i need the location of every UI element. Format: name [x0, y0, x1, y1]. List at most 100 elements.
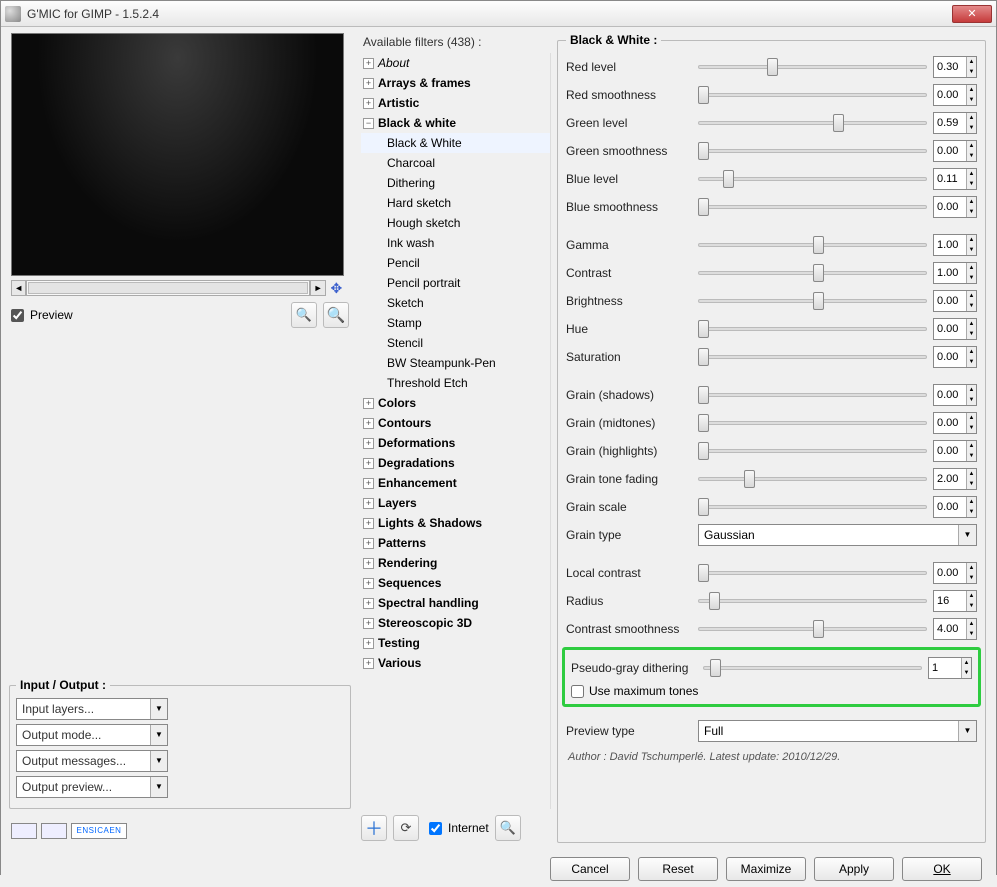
- expand-icon[interactable]: +: [363, 478, 374, 489]
- expand-icon[interactable]: +: [363, 58, 374, 69]
- spin-input[interactable]: [934, 469, 966, 489]
- tree-filter[interactable]: Stamp: [361, 313, 550, 333]
- slider[interactable]: [703, 659, 922, 677]
- spin-input[interactable]: [934, 347, 966, 367]
- spin-input[interactable]: [929, 658, 961, 678]
- spin-input[interactable]: [934, 441, 966, 461]
- spin-down-icon[interactable]: ▼: [967, 179, 976, 189]
- spinbox[interactable]: ▲▼: [933, 440, 977, 462]
- spinbox[interactable]: ▲▼: [933, 318, 977, 340]
- spin-up-icon[interactable]: ▲: [967, 591, 976, 601]
- spin-down-icon[interactable]: ▼: [967, 273, 976, 283]
- spin-down-icon[interactable]: ▼: [967, 301, 976, 311]
- spinbox[interactable]: ▲▼: [928, 657, 972, 679]
- spin-up-icon[interactable]: ▲: [967, 441, 976, 451]
- expand-icon[interactable]: +: [363, 578, 374, 589]
- spin-input[interactable]: [934, 497, 966, 517]
- slider[interactable]: [698, 236, 927, 254]
- max-tones-checkbox[interactable]: [571, 685, 584, 698]
- spin-up-icon[interactable]: ▲: [967, 85, 976, 95]
- io-dropdown[interactable]: Input layers...▼: [16, 698, 168, 720]
- spin-down-icon[interactable]: ▼: [967, 245, 976, 255]
- spin-up-icon[interactable]: ▲: [967, 235, 976, 245]
- preview-checkbox[interactable]: [11, 309, 24, 322]
- tree-category[interactable]: +Sequences: [361, 573, 550, 593]
- slider[interactable]: [698, 620, 927, 638]
- tree-filter[interactable]: Black & White: [361, 133, 550, 153]
- spin-down-icon[interactable]: ▼: [967, 207, 976, 217]
- spin-down-icon[interactable]: ▼: [967, 357, 976, 367]
- spin-up-icon[interactable]: ▲: [967, 385, 976, 395]
- spinbox[interactable]: ▲▼: [933, 196, 977, 218]
- slider[interactable]: [698, 198, 927, 216]
- slider[interactable]: [698, 86, 927, 104]
- slider[interactable]: [698, 592, 927, 610]
- spin-down-icon[interactable]: ▼: [967, 451, 976, 461]
- tree-filter[interactable]: BW Steampunk-Pen: [361, 353, 550, 373]
- spin-input[interactable]: [934, 113, 966, 133]
- spin-down-icon[interactable]: ▼: [967, 395, 976, 405]
- expand-icon[interactable]: +: [363, 558, 374, 569]
- tree-filter[interactable]: Dithering: [361, 173, 550, 193]
- expand-icon[interactable]: +: [363, 598, 374, 609]
- tree-filter[interactable]: Sketch: [361, 293, 550, 313]
- spin-down-icon[interactable]: ▼: [967, 479, 976, 489]
- spin-up-icon[interactable]: ▲: [967, 319, 976, 329]
- expand-icon[interactable]: +: [363, 658, 374, 669]
- spinbox[interactable]: ▲▼: [933, 84, 977, 106]
- slider[interactable]: [698, 386, 927, 404]
- tree-filter[interactable]: Hough sketch: [361, 213, 550, 233]
- spin-up-icon[interactable]: ▲: [967, 469, 976, 479]
- tree-category[interactable]: +Lights & Shadows: [361, 513, 550, 533]
- expand-icon[interactable]: +: [363, 78, 374, 89]
- spin-down-icon[interactable]: ▼: [967, 67, 976, 77]
- slider[interactable]: [698, 414, 927, 432]
- tree-filter[interactable]: Charcoal: [361, 153, 550, 173]
- slider[interactable]: [698, 264, 927, 282]
- io-dropdown[interactable]: Output mode...▼: [16, 724, 168, 746]
- spinbox[interactable]: ▲▼: [933, 412, 977, 434]
- spin-down-icon[interactable]: ▼: [967, 95, 976, 105]
- expand-icon[interactable]: +: [363, 418, 374, 429]
- spin-up-icon[interactable]: ▲: [967, 497, 976, 507]
- spin-input[interactable]: [934, 141, 966, 161]
- spin-input[interactable]: [934, 291, 966, 311]
- expand-icon[interactable]: −: [363, 118, 374, 129]
- spin-up-icon[interactable]: ▲: [967, 263, 976, 273]
- expand-icon[interactable]: +: [363, 98, 374, 109]
- tree-category[interactable]: +Contours: [361, 413, 550, 433]
- spin-down-icon[interactable]: ▼: [967, 329, 976, 339]
- spin-up-icon[interactable]: ▲: [967, 57, 976, 67]
- expand-icon[interactable]: +: [363, 538, 374, 549]
- spinbox[interactable]: ▲▼: [933, 112, 977, 134]
- tree-filter[interactable]: Pencil: [361, 253, 550, 273]
- scroll-left-icon[interactable]: ◄: [11, 280, 26, 296]
- ok-button[interactable]: OK: [902, 857, 982, 881]
- spin-input[interactable]: [934, 57, 966, 77]
- filter-tree[interactable]: +About+Arrays & frames+Artistic−Black & …: [361, 53, 551, 809]
- spin-down-icon[interactable]: ▼: [967, 423, 976, 433]
- spin-up-icon[interactable]: ▲: [967, 291, 976, 301]
- zoom-filters-icon[interactable]: 🔍: [495, 815, 521, 841]
- slider[interactable]: [698, 142, 927, 160]
- apply-button[interactable]: Apply: [814, 857, 894, 881]
- spin-up-icon[interactable]: ▲: [967, 563, 976, 573]
- slider[interactable]: [698, 348, 927, 366]
- spinbox[interactable]: ▲▼: [933, 384, 977, 406]
- spinbox[interactable]: ▲▼: [933, 290, 977, 312]
- expand-icon[interactable]: +: [363, 458, 374, 469]
- tree-filter[interactable]: Pencil portrait: [361, 273, 550, 293]
- close-button[interactable]: ✕: [952, 5, 992, 23]
- tree-category[interactable]: +Colors: [361, 393, 550, 413]
- grain-type-combo[interactable]: Gaussian▼: [698, 524, 977, 546]
- maximize-button[interactable]: Maximize: [726, 857, 806, 881]
- tree-category[interactable]: +Spectral handling: [361, 593, 550, 613]
- tree-filter[interactable]: Hard sketch: [361, 193, 550, 213]
- spin-input[interactable]: [934, 563, 966, 583]
- add-filter-icon[interactable]: ＋: [361, 815, 387, 841]
- spin-up-icon[interactable]: ▲: [967, 197, 976, 207]
- tree-filter[interactable]: Stencil: [361, 333, 550, 353]
- spin-down-icon[interactable]: ▼: [967, 507, 976, 517]
- spin-down-icon[interactable]: ▼: [967, 629, 976, 639]
- tree-category[interactable]: +Degradations: [361, 453, 550, 473]
